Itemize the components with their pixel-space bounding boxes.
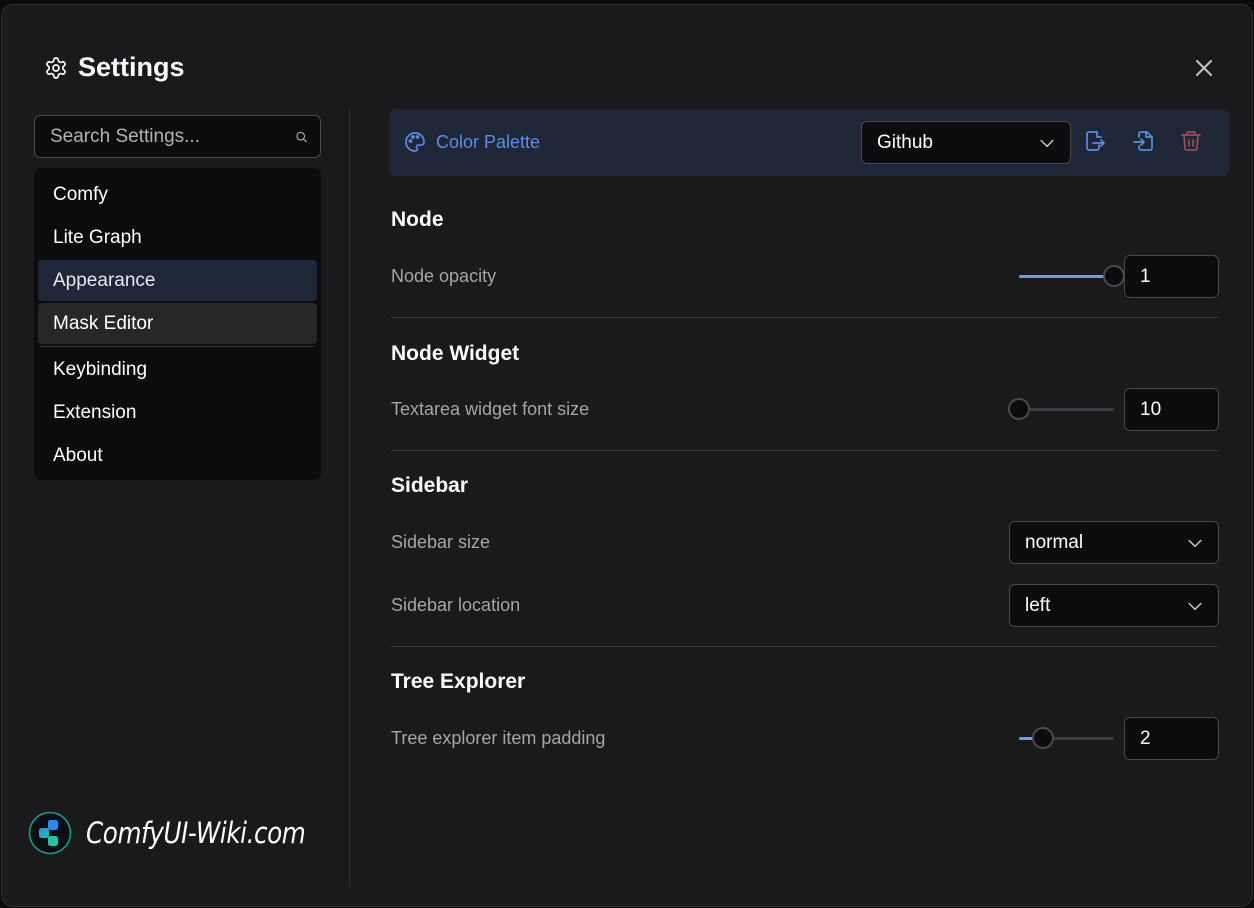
sidebar-size-select[interactable]: normal xyxy=(1009,521,1219,564)
sidebar-item-label: Mask Editor xyxy=(53,312,154,334)
node-opacity-slider[interactable] xyxy=(1019,263,1125,289)
brand-watermark: ComfyUI-Wiki.com xyxy=(28,811,344,855)
slider-track xyxy=(1019,408,1114,411)
sidebar-item-about[interactable]: About xyxy=(38,435,317,476)
sidebar-item-extension[interactable]: Extension xyxy=(38,392,317,433)
setting-label-textarea-font-size: Textarea widget font size xyxy=(391,399,590,419)
search-icon[interactable] xyxy=(295,127,308,147)
sidebar-item-mask-editor[interactable]: Mask Editor xyxy=(38,303,317,344)
sidebar-item-lite-graph[interactable]: Lite Graph xyxy=(38,217,317,258)
sidebar-item-label: Lite Graph xyxy=(53,226,142,248)
trash-icon[interactable] xyxy=(1179,129,1203,153)
chevron-down-icon xyxy=(1040,139,1054,147)
sidebar-item-label: Keybinding xyxy=(53,358,148,380)
color-palette-select[interactable]: Github xyxy=(861,121,1071,164)
brand-text: ComfyUI-Wiki.com xyxy=(86,816,306,850)
file-import-icon[interactable] xyxy=(1131,129,1155,153)
section-title-sidebar: Sidebar xyxy=(391,474,469,497)
tree-item-padding-input[interactable] xyxy=(1124,717,1219,760)
tree-item-padding-slider[interactable] xyxy=(1019,725,1114,751)
palette-icon xyxy=(405,132,425,152)
sidebar-item-label: Extension xyxy=(53,401,137,423)
sidebar-item-appearance[interactable]: Appearance xyxy=(38,260,317,301)
search-settings-field[interactable] xyxy=(34,115,321,158)
search-input[interactable] xyxy=(50,125,295,148)
sidebar-item-label: About xyxy=(53,444,103,466)
chevron-down-icon xyxy=(1188,602,1202,610)
section-divider xyxy=(391,450,1219,451)
section-title-node-widget: Node Widget xyxy=(391,342,520,365)
setting-label-node-opacity: Node opacity xyxy=(391,266,497,286)
setting-label-tree-item-padding: Tree explorer item padding xyxy=(391,728,606,748)
sidebar-location-select[interactable]: left xyxy=(1009,584,1219,627)
dialog-title: Settings xyxy=(78,52,185,82)
slider-fill xyxy=(1019,275,1114,278)
sidebar-item-keybinding[interactable]: Keybinding xyxy=(38,349,317,390)
color-palette-bar: Color Palette Github xyxy=(389,109,1229,176)
chevron-down-icon xyxy=(1188,539,1202,547)
color-palette-title: Color Palette xyxy=(436,131,541,152)
section-title-tree-explorer: Tree Explorer xyxy=(391,670,526,693)
gear-icon xyxy=(46,56,66,79)
textarea-font-size-input[interactable] xyxy=(1124,388,1219,431)
section-divider xyxy=(391,646,1219,647)
color-palette-label: Color Palette xyxy=(403,130,540,154)
nav-divider xyxy=(40,346,315,347)
sidebar-size-value: normal xyxy=(1025,531,1084,553)
settings-category-nav: Comfy Lite Graph Appearance Mask Editor … xyxy=(34,168,321,480)
comfyui-logo-icon xyxy=(28,811,72,855)
textarea-font-size-slider[interactable] xyxy=(1008,396,1114,422)
color-palette-selected-value: Github xyxy=(877,131,933,153)
sidebar-location-value: left xyxy=(1025,594,1051,616)
section-title-node: Node xyxy=(391,208,444,231)
close-icon[interactable] xyxy=(1192,56,1216,80)
setting-label-sidebar-location: Sidebar location xyxy=(391,595,521,615)
setting-label-sidebar-size: Sidebar size xyxy=(391,532,491,552)
sidebar-item-comfy[interactable]: Comfy xyxy=(38,174,317,215)
section-divider xyxy=(391,317,1219,318)
slider-thumb[interactable] xyxy=(1008,398,1030,420)
sidebar-item-label: Comfy xyxy=(53,183,108,205)
file-export-icon[interactable] xyxy=(1083,129,1107,153)
panel-divider xyxy=(349,108,350,886)
slider-thumb[interactable] xyxy=(1032,727,1054,749)
sidebar-item-label: Appearance xyxy=(53,269,156,291)
dialog-header: Settings xyxy=(44,52,185,83)
node-opacity-input[interactable] xyxy=(1124,255,1219,298)
slider-thumb[interactable] xyxy=(1103,265,1125,287)
